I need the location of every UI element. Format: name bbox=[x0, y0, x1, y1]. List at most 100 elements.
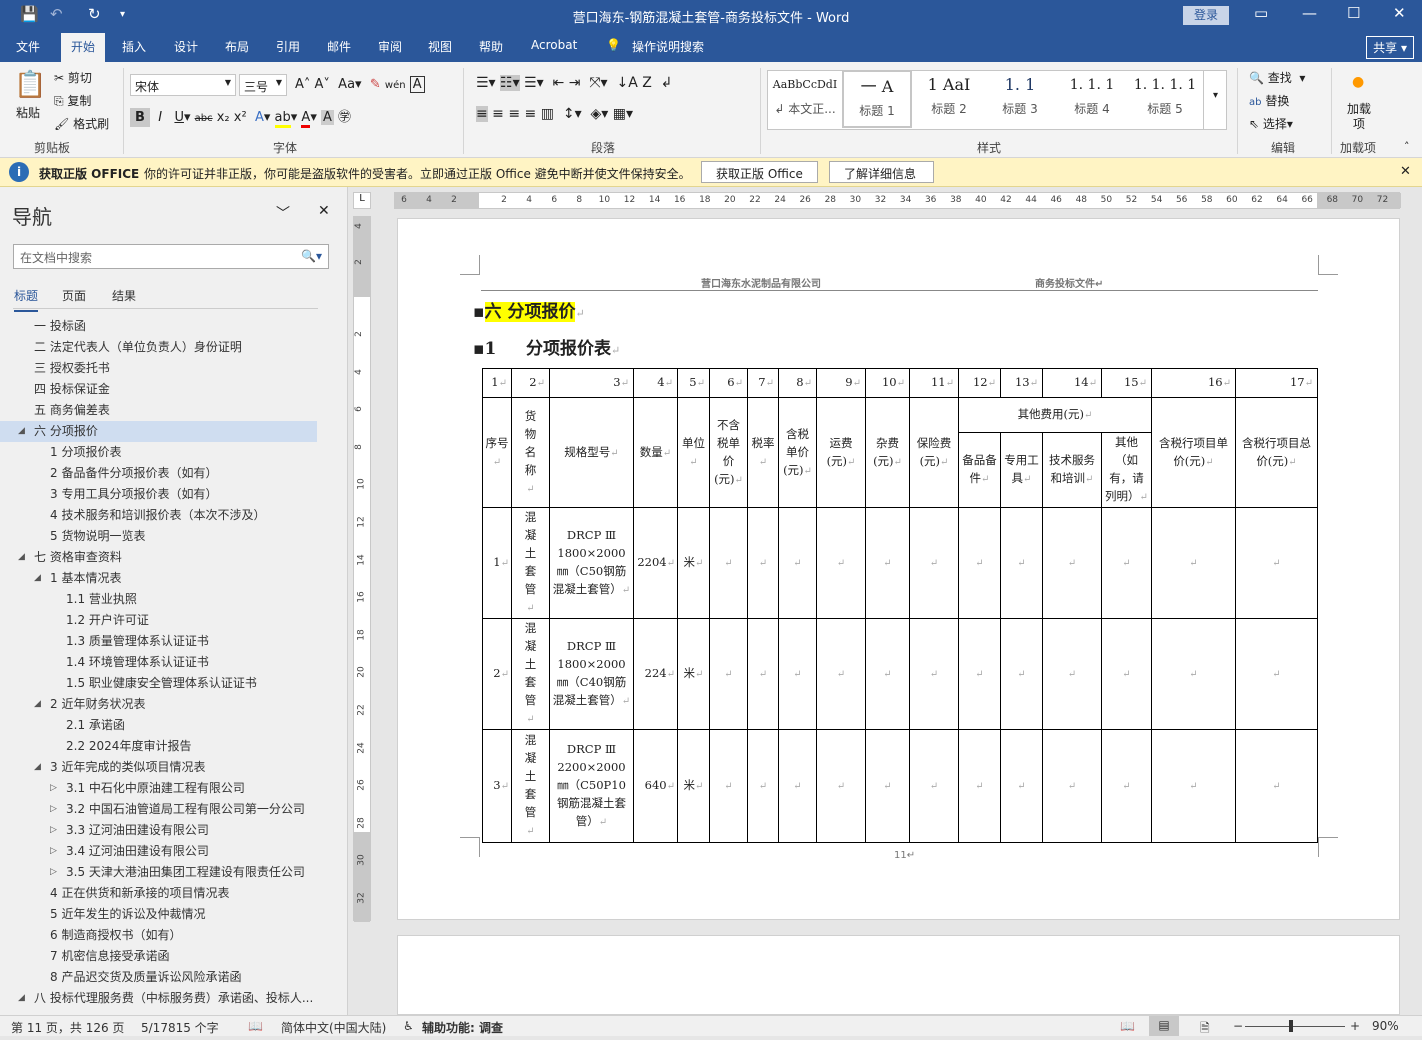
column-number-cell[interactable]: 7 bbox=[747, 368, 779, 398]
document-page[interactable]: 营口海东水泥制品有限公司 商务投标文件↵ ▪六 分项报价↵ ▪1 分项报价表↵ … bbox=[397, 218, 1400, 920]
collapse-icon[interactable]: ◢ bbox=[34, 568, 41, 589]
table-cell[interactable]: 米 bbox=[677, 729, 710, 843]
close-warning-icon[interactable]: ✕ bbox=[1400, 164, 1411, 179]
collapse-icon[interactable]: ◢ bbox=[18, 421, 25, 442]
header-cell[interactable]: 含税行项目总价(元) bbox=[1235, 397, 1318, 508]
empty-cell[interactable] bbox=[1042, 507, 1102, 619]
header-cell[interactable]: 保险费(元) bbox=[909, 397, 959, 508]
empty-cell[interactable] bbox=[778, 507, 817, 619]
empty-cell[interactable] bbox=[747, 618, 779, 730]
column-number-cell[interactable]: 6 bbox=[709, 368, 748, 398]
nav-heading-item[interactable]: ▷ 3.1 中石化中原油建工程有限公司 bbox=[0, 778, 347, 799]
table-cell[interactable]: 混凝土套管 bbox=[511, 729, 550, 843]
empty-cell[interactable] bbox=[747, 729, 779, 843]
table-cell[interactable]: 640 bbox=[633, 729, 678, 843]
column-number-cell[interactable]: 5 bbox=[677, 368, 710, 398]
collapse-ribbon-icon[interactable]: ˄ bbox=[1404, 140, 1410, 153]
nav-heading-item[interactable]: 1.1 营业执照 bbox=[0, 589, 347, 610]
nav-heading-item[interactable]: 4 正在供货和新承接的项目情况表 bbox=[0, 883, 347, 904]
style-heading-3[interactable]: 1. 1 标题 3 bbox=[985, 70, 1055, 128]
next-document-page[interactable] bbox=[397, 935, 1400, 1015]
table-cell[interactable]: 米 bbox=[677, 618, 710, 730]
tab-design[interactable]: 设计 bbox=[174, 38, 198, 55]
styles-more-button[interactable]: ▾ bbox=[1203, 70, 1227, 130]
column-number-cell[interactable]: 9 bbox=[816, 368, 866, 398]
heading-2[interactable]: ▪1 分项报价表↵ bbox=[473, 334, 620, 359]
header-cell[interactable]: 不含税单价(元) bbox=[709, 397, 748, 508]
zoom-slider-thumb[interactable] bbox=[1289, 1020, 1293, 1032]
font-name-select[interactable]: 宋体 ▼ bbox=[130, 74, 236, 96]
learn-more-button[interactable]: 了解详细信息 bbox=[829, 161, 934, 183]
column-number-cell[interactable]: 10 bbox=[865, 368, 910, 398]
nav-heading-item[interactable]: 四 投标保证金 bbox=[0, 379, 347, 400]
nav-tab-results[interactable]: 结果 bbox=[112, 287, 136, 304]
zoom-in-button[interactable]: + bbox=[1350, 1019, 1360, 1033]
tab-stop-selector[interactable]: L bbox=[353, 192, 371, 209]
empty-cell[interactable] bbox=[816, 618, 866, 730]
expand-icon[interactable]: ▷ bbox=[50, 799, 57, 820]
nav-heading-item[interactable]: 2.2 2024年度审计报告 bbox=[0, 736, 347, 757]
column-number-cell[interactable]: 11 bbox=[909, 368, 959, 398]
header-cell[interactable]: 专用工具 bbox=[1000, 432, 1043, 508]
read-mode-icon[interactable]: 📖 bbox=[1120, 1019, 1135, 1033]
nav-tab-pages[interactable]: 页面 bbox=[62, 287, 86, 304]
collapse-icon[interactable]: ◢ bbox=[34, 694, 41, 715]
style-heading-4[interactable]: 1. 1. 1 标题 4 bbox=[1057, 70, 1127, 128]
nav-options-icon[interactable]: ﹀ bbox=[276, 203, 290, 223]
empty-cell[interactable] bbox=[816, 729, 866, 843]
style-heading-1[interactable]: 一 A 标题 1 bbox=[842, 70, 912, 128]
zoom-out-button[interactable]: − bbox=[1233, 1019, 1243, 1033]
empty-cell[interactable] bbox=[1235, 729, 1318, 843]
nav-heading-item[interactable]: ◢ 1 基本情况表 bbox=[0, 568, 347, 589]
empty-cell[interactable] bbox=[1235, 507, 1318, 619]
table-cell[interactable]: 混凝土套管 bbox=[511, 618, 550, 730]
nav-heading-item[interactable]: 3 专用工具分项报价表（如有） bbox=[0, 484, 347, 505]
close-button[interactable]: ✕ bbox=[1393, 4, 1406, 22]
empty-cell[interactable] bbox=[1101, 618, 1152, 730]
proofing-icon[interactable]: 📖 bbox=[248, 1019, 263, 1033]
nav-heading-item[interactable]: ▷ 3.4 辽河油田建设有限公司 bbox=[0, 841, 347, 862]
nav-heading-item[interactable]: 1.5 职业健康安全管理体系认证证书 bbox=[0, 673, 347, 694]
paste-button[interactable]: 粘贴 bbox=[16, 104, 40, 121]
nav-heading-item[interactable]: ◢ 八 投标代理服务费（中标服务费）承诺函、投标人... bbox=[0, 988, 347, 1009]
column-number-cell[interactable]: 4 bbox=[633, 368, 678, 398]
nav-heading-item[interactable]: 1.2 开户许可证 bbox=[0, 610, 347, 631]
accessibility-status[interactable]: 辅助功能: 调查 bbox=[422, 1019, 503, 1036]
nav-heading-item[interactable]: 8 产品迟交货及质量诉讼风险承诺函 bbox=[0, 967, 347, 988]
empty-cell[interactable] bbox=[958, 507, 1001, 619]
header-cell[interactable]: 税率 bbox=[747, 397, 779, 508]
table-cell[interactable]: 224 bbox=[633, 618, 678, 730]
column-number-cell[interactable]: 8 bbox=[778, 368, 817, 398]
nav-heading-item[interactable]: 7 机密信息接受承诺函 bbox=[0, 946, 347, 967]
empty-cell[interactable] bbox=[1000, 729, 1043, 843]
empty-cell[interactable] bbox=[958, 618, 1001, 730]
zoom-slider[interactable] bbox=[1245, 1026, 1345, 1027]
tab-help[interactable]: 帮助 bbox=[479, 38, 503, 55]
nav-heading-item[interactable]: ◢ 七 资格审查资料 bbox=[0, 547, 347, 568]
nav-heading-item[interactable]: 1 分项报价表 bbox=[0, 442, 347, 463]
empty-cell[interactable] bbox=[1042, 618, 1102, 730]
column-number-cell[interactable]: 14 bbox=[1042, 368, 1102, 398]
tab-acrobat[interactable]: Acrobat bbox=[531, 38, 577, 52]
header-cell[interactable]: 其他（如有，请列明） bbox=[1101, 432, 1152, 508]
empty-cell[interactable] bbox=[1101, 507, 1152, 619]
header-cell[interactable]: 杂费(元) bbox=[865, 397, 910, 508]
empty-cell[interactable] bbox=[816, 507, 866, 619]
collapse-icon[interactable]: ◢ bbox=[18, 547, 25, 568]
nav-heading-item[interactable]: 2 备品备件分项报价表（如有） bbox=[0, 463, 347, 484]
header-cell[interactable]: 含税行项目单价(元) bbox=[1151, 397, 1236, 508]
nav-heading-item[interactable]: 4 技术服务和培训报价表（本次不涉及） bbox=[0, 505, 347, 526]
empty-cell[interactable] bbox=[865, 507, 910, 619]
empty-cell[interactable] bbox=[747, 507, 779, 619]
expand-icon[interactable]: ▷ bbox=[50, 820, 57, 841]
style-normal[interactable]: AaBbCcDdI ↲ 本文正... bbox=[769, 70, 841, 128]
empty-cell[interactable] bbox=[909, 507, 959, 619]
table-cell[interactable]: 1 bbox=[482, 507, 512, 619]
expand-icon[interactable]: ▷ bbox=[50, 862, 57, 883]
minimize-button[interactable]: — bbox=[1302, 4, 1317, 22]
ribbon-display-icon[interactable]: ▭ bbox=[1254, 4, 1268, 22]
column-number-cell[interactable]: 3 bbox=[549, 368, 634, 398]
header-cell[interactable]: 其他费用(元) bbox=[958, 397, 1152, 433]
empty-cell[interactable] bbox=[778, 618, 817, 730]
nav-heading-item[interactable]: ◢ 2 近年财务状况表 bbox=[0, 694, 347, 715]
